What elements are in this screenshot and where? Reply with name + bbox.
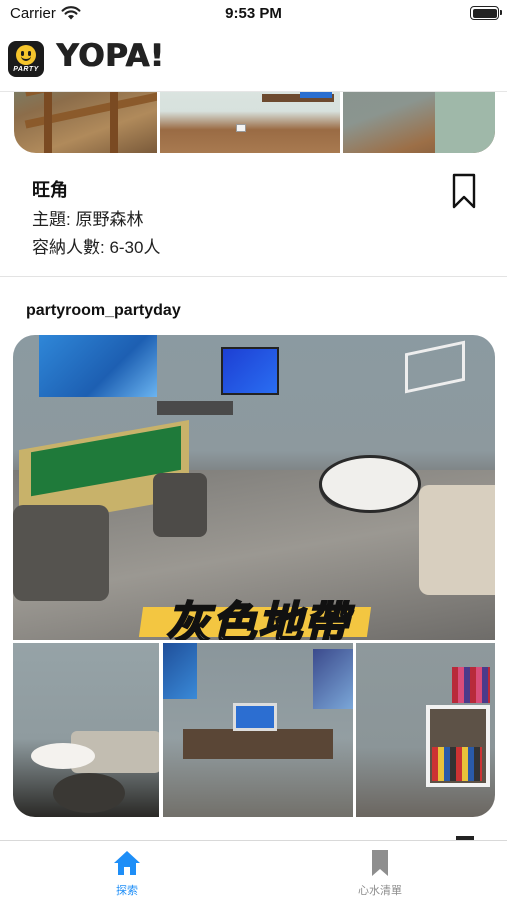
bookmark-icon — [372, 850, 388, 876]
listing-theme: 主題: 原野森林 — [32, 210, 144, 229]
tab-label: 心水清單 — [358, 885, 402, 897]
divider — [0, 276, 507, 277]
listing-title[interactable]: partyroom_partyday — [26, 302, 181, 320]
house-icon — [114, 851, 140, 875]
listing-title[interactable]: 旺角 — [32, 176, 68, 202]
listing-photo[interactable] — [356, 643, 495, 817]
listing-photo-grid[interactable]: 灰色地帶 — [13, 335, 495, 817]
battery-level — [472, 8, 497, 18]
status-bar: Carrier 9:53 PM — [0, 0, 507, 28]
listing-photo[interactable] — [13, 643, 159, 817]
tab-bar: 探索 心水清單 — [0, 840, 507, 900]
logo-text: PARTY — [13, 66, 39, 73]
tab-wishlist[interactable]: 心水清單 — [320, 849, 440, 899]
bookmark-outline-icon[interactable] — [449, 172, 479, 210]
smiley-icon — [16, 45, 36, 65]
app-logo[interactable]: PARTY — [8, 41, 44, 77]
photo-caption: 灰色地帶 — [165, 597, 350, 640]
listing-photo[interactable] — [163, 643, 353, 817]
listing-main-photo[interactable]: 灰色地帶 — [13, 335, 495, 640]
app-title: YOPA! — [56, 38, 165, 74]
app-header: PARTY YOPA! — [0, 34, 507, 92]
listing-capacity: 容納人數: 6-30人 — [32, 238, 161, 257]
status-time: 9:53 PM — [225, 5, 282, 22]
tab-explore[interactable]: 探索 — [67, 849, 187, 899]
battery-icon — [470, 6, 502, 20]
tab-label: 探索 — [116, 885, 138, 897]
